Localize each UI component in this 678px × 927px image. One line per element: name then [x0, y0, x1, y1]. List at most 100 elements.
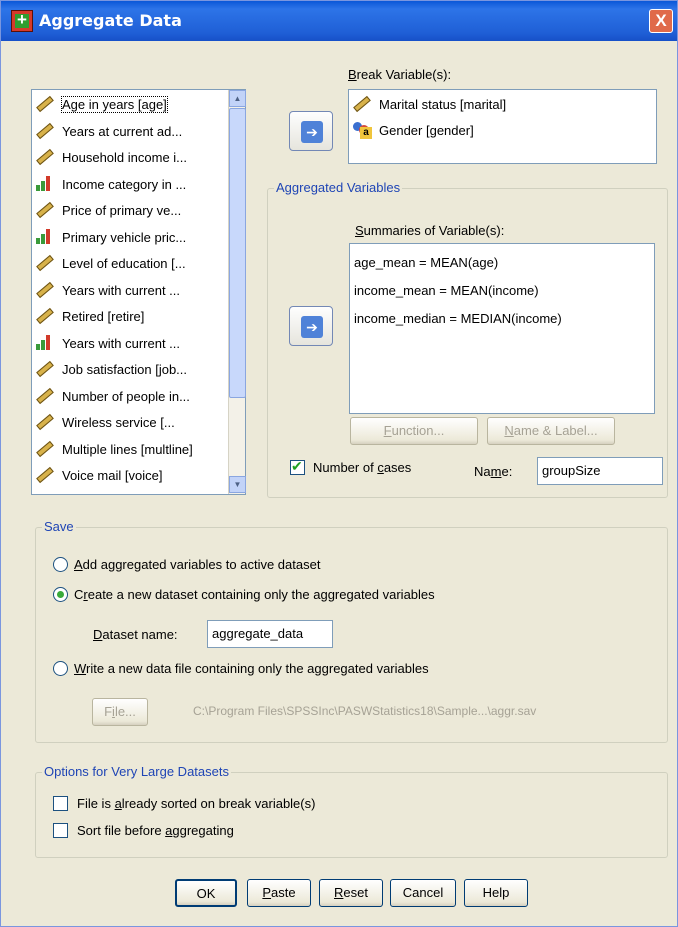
ruler-icon	[36, 122, 54, 139]
large-datasets-options-group: Options for Very Large Datasets	[35, 764, 668, 858]
variable-item[interactable]: Multiple lines [multline]	[32, 437, 224, 461]
ruler-icon	[36, 360, 54, 378]
function-button[interactable]: Function...	[350, 417, 478, 445]
dataset-name-label: Dataset name:	[93, 627, 178, 642]
variable-item-label: Job satisfaction [job...	[62, 362, 188, 377]
ruler-icon	[36, 281, 54, 298]
break-variable-item[interactable]: Marital status [marital]	[349, 92, 649, 116]
radio-add-to-active[interactable]	[53, 557, 68, 572]
variable-item-label: Years with current ...	[62, 282, 181, 298]
variable-item-label: Primary vehicle pric...	[62, 229, 187, 245]
cases-name-input[interactable]: groupSize	[537, 457, 663, 485]
ruler-icon	[36, 387, 54, 404]
number-of-cases-label: Number of cases	[313, 460, 412, 475]
aggregated-variables-title: Aggregated Variables	[274, 180, 403, 195]
ruler-icon	[36, 254, 54, 272]
scroll-thumb[interactable]	[229, 108, 246, 398]
aggregate-data-dialog: Aggregate Data X Age in years [age] Years…	[0, 0, 678, 927]
variable-item[interactable]: Wireless service [...	[32, 410, 224, 434]
ruler-icon	[36, 201, 54, 219]
break-variables-label: Break Variable(s):	[348, 67, 452, 82]
save-title: Save	[42, 519, 76, 534]
radio-create-new-dataset[interactable]	[53, 587, 68, 602]
already-sorted-label: File is already sorted on break variable…	[77, 796, 316, 811]
bar-chart-icon	[36, 334, 54, 351]
variable-item[interactable]: Retired [retire]	[32, 304, 224, 328]
summary-item[interactable]: age_mean = MEAN(age)	[350, 250, 650, 274]
ruler-icon	[36, 307, 54, 325]
break-variable-item[interactable]: a Gender [gender]	[349, 118, 649, 142]
break-variable-label: Marital status [marital]	[379, 97, 507, 112]
sort-before-label: Sort file before aggregating	[77, 823, 234, 838]
name-label-button[interactable]: Name & Label...	[487, 417, 615, 445]
variable-item-label: Voice mail [voice]	[62, 468, 163, 483]
add-to-active-label: Add aggregated variables to active datas…	[74, 557, 321, 572]
variable-item-label: Age in years [age]	[61, 96, 168, 113]
scroll-down-button[interactable]: ▼	[229, 476, 246, 493]
summaries-list[interactable]: age_mean = MEAN(age) income_mean = MEAN(i…	[349, 243, 655, 414]
variable-item[interactable]: Years with current ...	[32, 331, 224, 355]
ruler-icon	[36, 466, 54, 484]
variable-item-label: Retired [retire]	[62, 309, 145, 324]
variable-item[interactable]: Age in years [age]	[32, 92, 224, 116]
create-new-dataset-label: Create a new dataset containing only the…	[74, 587, 435, 602]
variable-item[interactable]: Primary vehicle pric...	[32, 225, 224, 249]
summary-item[interactable]: income_mean = MEAN(income)	[350, 278, 650, 302]
paste-button[interactable]: Paste	[247, 879, 311, 907]
variable-item[interactable]: Voice mail [voice]	[32, 463, 224, 487]
variable-item-label: Wireless service [...	[62, 415, 175, 430]
write-new-file-label: Write a new data file containing only th…	[74, 661, 429, 676]
move-to-summaries-button[interactable]: ➔	[289, 306, 333, 346]
person-nominal-icon: a	[353, 122, 372, 139]
bar-chart-icon	[36, 175, 54, 192]
variable-item-label: Multiple lines [multline]	[62, 441, 193, 457]
already-sorted-checkbox[interactable]	[53, 796, 68, 811]
summaries-label: Summaries of Variable(s):	[355, 223, 505, 238]
variable-item[interactable]: Years at current ad...	[32, 119, 224, 143]
variable-item-label: Number of people in...	[62, 388, 190, 404]
ruler-icon	[36, 440, 54, 457]
variable-item[interactable]: Price of primary ve...	[32, 198, 224, 222]
scroll-up-button[interactable]: ▲	[229, 90, 246, 107]
variable-item[interactable]: Years with current ...	[32, 278, 224, 302]
close-button[interactable]: X	[649, 9, 673, 33]
variable-item[interactable]: Household income i...	[32, 145, 224, 169]
arrow-right-icon: ➔	[301, 316, 323, 338]
file-button[interactable]: File...	[92, 698, 148, 726]
variable-item[interactable]: Job satisfaction [job...	[32, 357, 224, 381]
ruler-icon	[36, 148, 54, 166]
variable-item-label: Income category in ...	[62, 176, 187, 192]
summary-item[interactable]: income_median = MEDIAN(income)	[350, 306, 650, 330]
move-to-break-button[interactable]: ➔	[289, 111, 333, 151]
variable-item-label: Years at current ad...	[62, 123, 183, 139]
summary-item-label: income_median = MEDIAN(income)	[354, 311, 562, 326]
help-button[interactable]: Help	[464, 879, 528, 907]
ruler-icon	[353, 95, 371, 113]
ok-button[interactable]: OK	[175, 879, 237, 907]
cancel-button[interactable]: Cancel	[390, 879, 456, 907]
sort-before-checkbox[interactable]	[53, 823, 68, 838]
dataset-name-input[interactable]: aggregate_data	[207, 620, 333, 648]
radio-write-new-file[interactable]	[53, 661, 68, 676]
summary-item-label: income_mean = MEAN(income)	[354, 283, 539, 298]
app-icon	[11, 10, 33, 32]
reset-button[interactable]: Reset	[319, 879, 383, 907]
variable-item-label: Price of primary ve...	[62, 203, 182, 218]
window-title: Aggregate Data	[39, 11, 182, 30]
variable-item[interactable]: Level of education [...	[32, 251, 224, 275]
variable-item[interactable]: Income category in ...	[32, 172, 224, 196]
variable-item-label: Household income i...	[62, 150, 188, 165]
source-variable-list[interactable]: Age in years [age] Years at current ad...…	[31, 89, 246, 495]
break-variable-label: Gender [gender]	[379, 123, 474, 138]
variable-item[interactable]: Number of people in...	[32, 384, 224, 408]
large-datasets-title: Options for Very Large Datasets	[42, 764, 231, 779]
arrow-right-icon: ➔	[301, 121, 323, 143]
number-of-cases-checkbox[interactable]	[290, 458, 305, 475]
bar-chart-icon	[36, 228, 54, 245]
break-variable-list[interactable]: Marital status [marital] a Gender [gender]	[348, 89, 657, 164]
title-bar: Aggregate Data X	[1, 1, 677, 41]
variable-list-scrollbar[interactable]: ▲ ▼	[228, 90, 246, 494]
cases-name-label: Name:	[474, 464, 513, 479]
ruler-icon	[36, 413, 54, 431]
variable-item-label: Years with current ...	[62, 335, 181, 351]
